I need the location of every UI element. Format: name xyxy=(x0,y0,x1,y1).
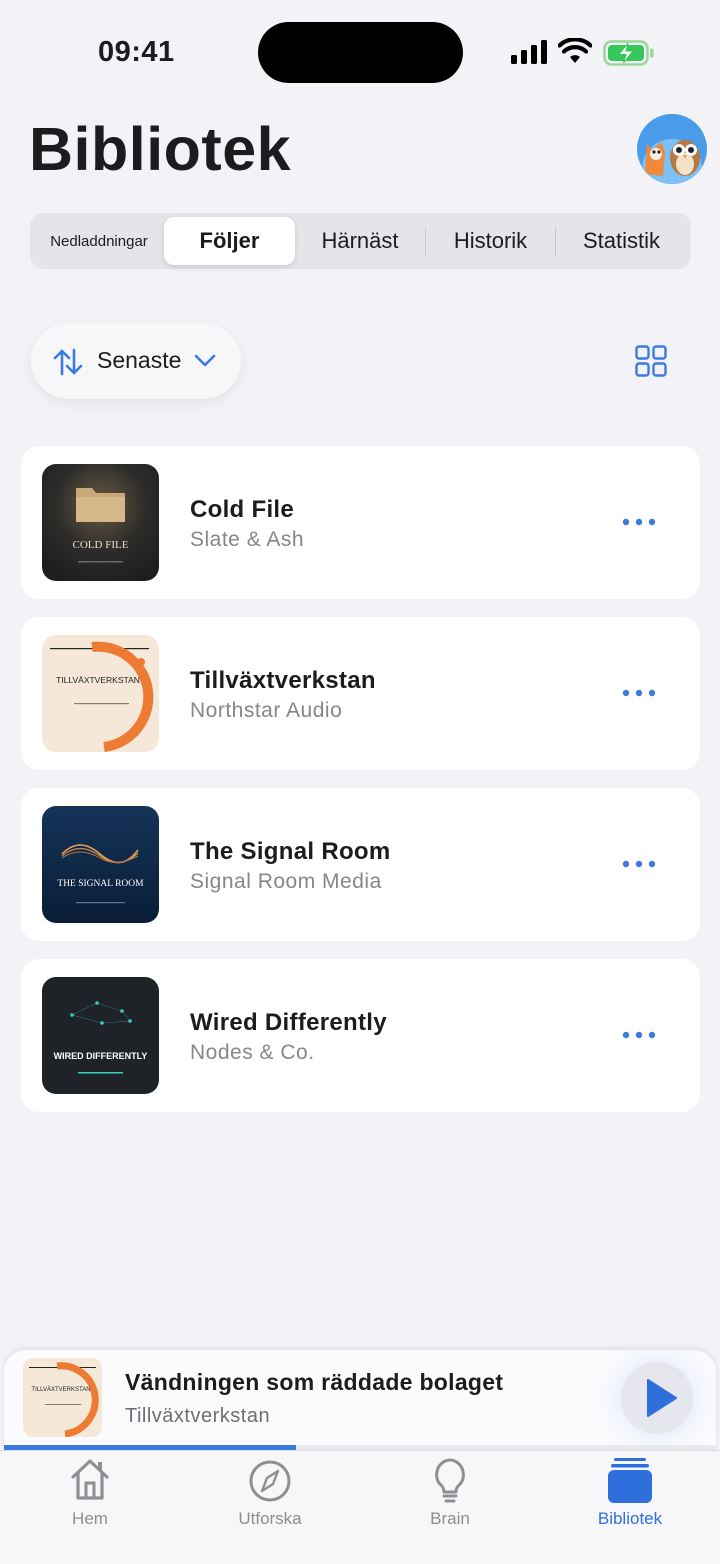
artwork-text: WIRED DIFFERENTLY xyxy=(54,1051,148,1061)
podcast-publisher: Slate & Ash xyxy=(190,528,305,551)
now-playing-title: Vändningen som räddade bolaget xyxy=(125,1369,504,1395)
segment-foljer[interactable]: Följer xyxy=(164,217,295,265)
podcast-publisher: Signal Room Media xyxy=(190,870,382,893)
podcast-artwork: THE SIGNAL ROOM xyxy=(42,806,159,923)
now-playing-artwork: TILLVÄXTVERKSTAN xyxy=(23,1358,102,1437)
dynamic-island xyxy=(258,22,463,83)
podcast-title: Tillväxtverkstan xyxy=(190,667,376,694)
page-title: Bibliotek xyxy=(29,115,292,183)
tab-bibliotek[interactable]: Bibliotek xyxy=(560,1453,700,1533)
tab-label: Bibliotek xyxy=(597,1509,663,1528)
compass-icon xyxy=(249,1460,291,1502)
lightbulb-icon xyxy=(435,1458,465,1503)
more-options-icon[interactable] xyxy=(621,687,657,699)
library-segmented-control: Nedladdningar Följer Härnäst Historik St… xyxy=(30,213,691,269)
tab-utforska[interactable]: Utforska xyxy=(200,1453,340,1533)
tab-bar: Hem Utforska Brain Bibliotek xyxy=(0,1450,720,1564)
chevron-down-icon xyxy=(194,354,216,367)
podcast-title: The Signal Room xyxy=(190,838,391,865)
more-options-icon[interactable] xyxy=(621,516,657,528)
artwork-text: TILLVÄXTVERKSTAN xyxy=(31,1386,90,1393)
artwork-text: THE SIGNAL ROOM xyxy=(57,879,144,889)
podcast-card-cold-file[interactable]: COLD FILE Cold File Slate & Ash xyxy=(21,446,700,599)
podcast-title: Cold File xyxy=(190,496,295,523)
tab-label: Brain xyxy=(430,1509,470,1528)
more-options-icon[interactable] xyxy=(621,1029,657,1041)
mini-player[interactable]: TILLVÄXTVERKSTAN Vändningen som räddade … xyxy=(4,1350,716,1450)
tab-brain[interactable]: Brain xyxy=(380,1453,520,1533)
home-icon xyxy=(71,1459,109,1500)
wifi-icon xyxy=(558,38,592,63)
status-time: 09:41 xyxy=(98,36,175,68)
artwork-text: COLD FILE xyxy=(73,539,129,551)
podcast-card-wired-differently[interactable]: WIRED DIFFERENTLY Wired Differently Node… xyxy=(21,959,700,1112)
segment-historik[interactable]: Historik xyxy=(426,217,555,265)
podcast-publisher: Northstar Audio xyxy=(190,699,343,722)
play-button[interactable] xyxy=(621,1362,693,1434)
segment-statistik[interactable]: Statistik xyxy=(556,217,687,265)
status-bar: 09:41 xyxy=(0,0,720,100)
tab-hem[interactable]: Hem xyxy=(20,1453,160,1533)
podcast-publisher: Nodes & Co. xyxy=(190,1041,315,1064)
cellular-signal-icon xyxy=(511,40,547,64)
artwork-text: TILLVÄXTVERKSTAN xyxy=(56,675,140,685)
podcast-artwork: WIRED DIFFERENTLY xyxy=(42,977,159,1094)
podcast-title: Wired Differently xyxy=(190,1009,387,1036)
now-playing-show: Tillväxtverkstan xyxy=(125,1405,271,1427)
podcast-card-the-signal-room[interactable]: THE SIGNAL ROOM The Signal Room Signal R… xyxy=(21,788,700,941)
podcast-card-tillvaxtverkstan[interactable]: TILLVÄXTVERKSTAN Tillväxtverkstan Norths… xyxy=(21,617,700,770)
podcast-artwork: COLD FILE xyxy=(42,464,159,581)
more-options-icon[interactable] xyxy=(621,858,657,870)
tab-label: Utforska xyxy=(238,1509,302,1528)
grid-view-icon[interactable] xyxy=(635,345,667,377)
segment-nedladdningar[interactable]: Nedladdningar xyxy=(34,217,164,265)
profile-avatar[interactable] xyxy=(637,114,707,184)
library-icon xyxy=(608,1458,652,1503)
podcast-artwork: TILLVÄXTVERKSTAN xyxy=(42,635,159,752)
sort-arrows-icon xyxy=(53,348,83,376)
play-icon xyxy=(647,1379,677,1417)
sort-label: Senaste xyxy=(97,347,182,373)
fox-owl-avatar-icon xyxy=(637,114,707,184)
tab-label: Hem xyxy=(72,1509,108,1528)
battery-charging-icon xyxy=(603,40,654,66)
segment-harnast[interactable]: Härnäst xyxy=(295,217,425,265)
